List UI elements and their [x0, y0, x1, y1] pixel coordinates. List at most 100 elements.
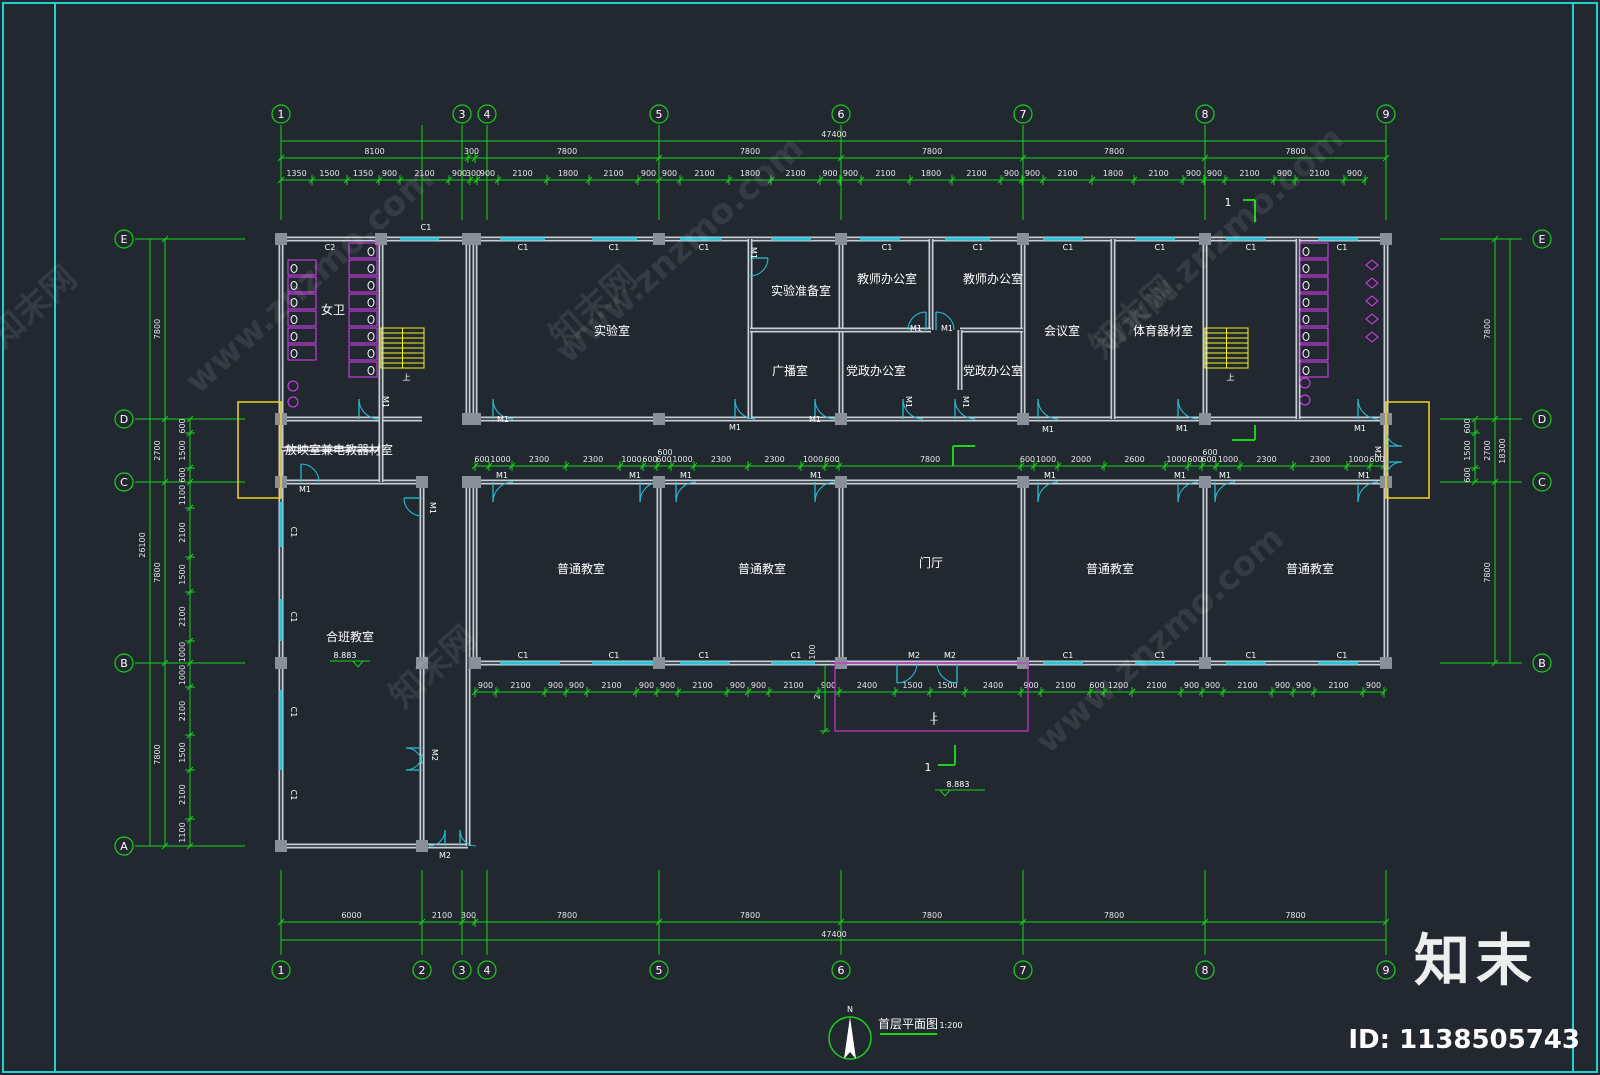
column [275, 840, 287, 852]
dim-left-outer-value: 7800 [153, 744, 162, 764]
door-tag-m1: M1 [809, 415, 821, 424]
door-tag-m2: M2 [439, 851, 451, 860]
dim-left-inner-value: 1000 [178, 642, 187, 662]
dim-right-inner-value: 600 [1463, 418, 1472, 433]
window-tag-c1: C1 [973, 243, 984, 252]
dim-top-mid-value: 7800 [557, 147, 577, 156]
urinal-icon [1365, 331, 1379, 343]
dim-corridor-value: 2000 [1071, 455, 1091, 464]
door-tag-m1: M1 [910, 324, 922, 333]
column [1380, 233, 1392, 245]
column [416, 840, 428, 852]
toilet-icon [367, 281, 375, 290]
door-tag-m1: M1 [496, 471, 508, 480]
grid-label-top: 9 [1383, 108, 1390, 121]
door-swing [300, 463, 320, 483]
door-swing [1037, 481, 1059, 503]
toilet-icon [1302, 315, 1310, 324]
grid-label-bottom: 8 [1202, 964, 1209, 977]
dim-front-value: 900 [1296, 681, 1311, 690]
dim-corridor-value: 1000 [672, 455, 692, 464]
urinal-icon [1365, 259, 1379, 271]
dim-left-inner-value: 2100 [178, 606, 187, 626]
grid-label-left: E [121, 233, 128, 246]
dim-front-value: 2400 [983, 681, 1003, 690]
dim-top-detail-value: 2100 [694, 169, 714, 178]
stair-direction-label: 上 [403, 373, 411, 382]
column [1199, 476, 1211, 488]
toilet-stall [1299, 344, 1329, 361]
room-label-combined-class: 合班教室 [326, 629, 374, 644]
window-tag-c1: C1 [289, 790, 298, 801]
toilet-stall [1299, 276, 1329, 293]
dim-corridor-value: 2300 [764, 455, 784, 464]
grid-label-top: 5 [656, 108, 663, 121]
grid-label-top: 7 [1020, 108, 1027, 121]
window-tag-c1: C1 [609, 243, 620, 252]
dim-front-value: 900 [730, 681, 745, 690]
east-canopy [1385, 401, 1430, 499]
dim-top-detail-value: 2100 [603, 169, 623, 178]
room-label-broadcast: 广播室 [772, 363, 808, 378]
grid-label-bottom: 5 [656, 964, 663, 977]
door-tag-m2: M2 [1373, 446, 1382, 458]
room-label-lab-prep: 实验准备室 [771, 283, 831, 298]
dim-corridor-value: 1000 [490, 455, 510, 464]
toilet-icon [367, 298, 375, 307]
window-tag-c1: C1 [699, 651, 710, 660]
column [469, 413, 481, 425]
door-swing [358, 398, 380, 420]
toilet-stall [1299, 327, 1329, 344]
structural-columns [275, 233, 1392, 852]
door-swing [1357, 398, 1379, 420]
door-swing [814, 481, 836, 503]
north-label: N [847, 1005, 853, 1014]
dim-front-value: 900 [548, 681, 563, 690]
sink-icon [287, 380, 299, 392]
column [1380, 657, 1392, 669]
dim-right-inner-value: 600 [1463, 467, 1472, 482]
north-arrow-icon [844, 1017, 856, 1059]
dim-front-value: 2400 [857, 681, 877, 690]
dim-top-detail-value: 300 [466, 169, 481, 178]
toilet-icon [1302, 298, 1310, 307]
toilet-icon [1302, 366, 1310, 375]
dim-corridor-value: 1000 [1348, 455, 1368, 464]
door-tag-m1: M1 [1042, 425, 1054, 434]
dim-top-detail-value: 900 [480, 169, 495, 178]
dim-top-detail-value: 900 [843, 169, 858, 178]
dim-corridor-extra: 600 [657, 448, 672, 457]
grid-label-left: A [120, 840, 128, 853]
dim-front-value: 2100 [1146, 681, 1166, 690]
dim-corridor-value: 600 [1187, 455, 1202, 464]
dim-right-inner-value: 1500 [1463, 440, 1472, 460]
door-tag-m2: M2 [430, 749, 439, 761]
toilet-icon [367, 366, 375, 375]
door-swing [675, 481, 697, 503]
dim-top-detail-value: 900 [1004, 169, 1019, 178]
sink-icon [1299, 394, 1311, 406]
dim-bottom-mid-value: 2100 [432, 911, 452, 920]
dim-top-detail-value: 1800 [921, 169, 941, 178]
toilet-icon [1302, 281, 1310, 290]
toilet-icon [367, 349, 375, 358]
toilet-icon [1302, 247, 1310, 256]
grid-label-bottom: 4 [484, 964, 491, 977]
dim-top-mid-value: 8100 [364, 147, 384, 156]
dim-top-detail-value: 2100 [966, 169, 986, 178]
door-tag-m1: M1 [1044, 471, 1056, 480]
dim-front-value: 900 [569, 681, 584, 690]
window-tag-c1: C1 [1063, 651, 1074, 660]
room-label-classroom-4: 普通教室 [1286, 561, 1334, 576]
grid-label-right: E [1539, 233, 1546, 246]
door-tag-m2: M2 [908, 651, 920, 660]
window-tag-c1: C1 [518, 243, 529, 252]
door-swing [1177, 481, 1199, 503]
dim-corridor-value: 2300 [1256, 455, 1276, 464]
grid-label-bottom: 2 [419, 964, 426, 977]
dim-left-inner-value: 1100 [178, 822, 187, 842]
dim-left-outer-value: 7800 [153, 319, 162, 339]
dim-corridor-value: 7800 [920, 455, 940, 464]
door-tag-m1: M1 [428, 502, 437, 514]
dim-corridor-value: 2300 [1310, 455, 1330, 464]
